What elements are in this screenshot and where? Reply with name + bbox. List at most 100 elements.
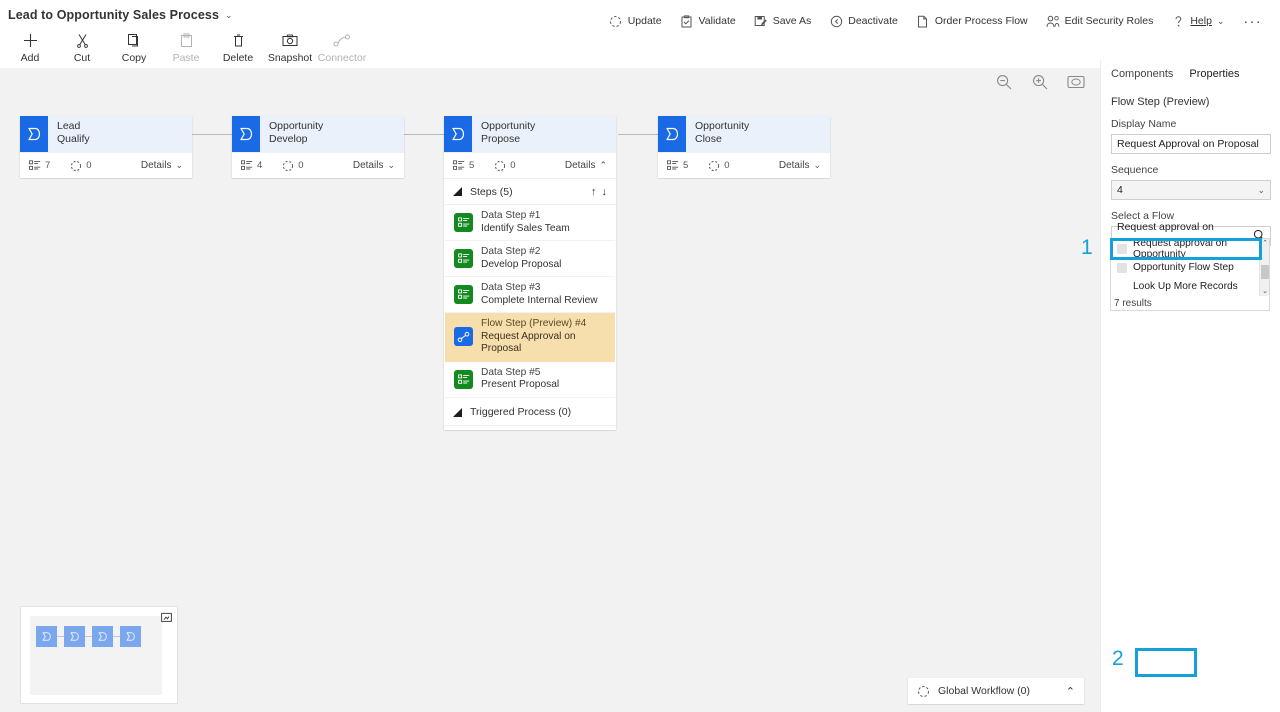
validate-button[interactable]: Validate [671,10,745,32]
dropdown-option-look-up-more-records[interactable]: Look Up More Records [1111,277,1269,296]
chevron-down-icon[interactable]: ⌄ [225,10,233,20]
stage-card-opportunity-propose[interactable]: Opportunity Propose 5 0 Details ⌃ Steps … [444,116,616,430]
copy-button[interactable]: Copy [108,28,160,64]
triggered-process-header[interactable]: Triggered Process (0) [444,400,616,426]
update-button[interactable]: Update [600,10,671,32]
help-chevron-down-icon: ⌄ [1216,15,1225,26]
conditions-count: 0 [708,160,730,172]
chevron-up-icon[interactable]: ⌃ [1066,685,1075,698]
step-item[interactable]: Data Step #2 Develop Proposal [445,241,615,277]
overflow-menu-button[interactable]: ··· [1234,12,1273,30]
steps-list-icon [241,160,253,170]
document-title-row[interactable]: Lead to Opportunity Sales Process ⌄ [8,6,233,24]
step-item[interactable]: Data Step #3 Complete Internal Review [445,277,615,313]
minimap-viewport [30,616,162,695]
copy-label: Copy [121,52,147,64]
stage-meta: 4 0 Details ⌄ [232,152,404,178]
conditions-count-value: 0 [298,160,304,171]
annotation-number-1: 1 [1081,236,1093,259]
move-up-icon[interactable]: ↑ [591,186,597,198]
trash-icon [231,31,246,49]
step-item[interactable]: Data Step #1 Identify Sales Team [445,205,615,241]
process-canvas[interactable]: Lead Qualify 7 0 Details ⌄ Opportunity D… [0,68,1100,712]
add-button[interactable]: Add [4,28,56,64]
details-toggle[interactable]: Details ⌄ [141,160,183,171]
cut-label: Cut [73,52,91,64]
scroll-down-arrow[interactable]: ⌄ [1260,287,1270,296]
connector-button[interactable]: Connector [316,28,368,64]
details-toggle[interactable]: Details ⌄ [353,160,395,171]
zoom-out-icon[interactable] [994,72,1014,92]
add-label: Add [20,52,40,64]
top-bar: Lead to Opportunity Sales Process ⌄ Add … [0,0,1280,68]
sequence-select[interactable]: 4 ⌄ [1111,180,1271,200]
minimap[interactable] [20,606,178,704]
dropdown-scrollbar-thumb[interactable] [1261,265,1269,279]
tab-components[interactable]: Components [1111,64,1173,84]
steps-panel: Steps (5) ↑ ↓ Data Step #1 Identify Sale… [444,178,616,430]
stage-title: Opportunity Propose [472,116,535,152]
dropdown-results-count: 7 results [1110,296,1270,311]
display-name-label: Display Name [1111,118,1177,130]
stage-card-opportunity-close[interactable]: Opportunity Close 5 0 Details ⌄ [658,116,830,178]
cut-button[interactable]: Cut [56,28,108,64]
flow-step-icon [454,327,473,347]
details-toggle[interactable]: Details ⌄ [779,160,821,171]
details-toggle[interactable]: Details ⌃ [565,160,607,171]
steps-sort-controls: ↑ ↓ [591,186,607,198]
conditions-count: 0 [494,160,516,172]
step-text: Data Step #5 Present Proposal [481,367,559,392]
step-name: Present Proposal [481,379,560,390]
fit-to-screen-icon[interactable] [1066,72,1086,92]
edit-security-roles-button[interactable]: Edit Security Roles [1037,10,1163,32]
details-label: Details [778,160,810,171]
dropdown-option-opportunity-flow-step[interactable]: Opportunity Flow Step [1111,258,1269,277]
properties-panel: Components Properties Flow Step (Preview… [1100,60,1280,712]
deactivate-button[interactable]: Deactivate [820,10,907,32]
sequence-label: Sequence [1111,164,1159,176]
conditions-count-value: 0 [86,160,92,171]
sequence-value: 4 [1117,184,1123,196]
stage-header: Opportunity Develop [232,116,404,152]
order-process-flow-button[interactable]: Order Process Flow [907,10,1037,32]
condition-icon [71,160,82,171]
steps-panel-header[interactable]: Steps (5) ↑ ↓ [444,179,616,205]
expand-minimap-icon[interactable] [161,612,172,623]
save-as-button[interactable]: Save As [745,10,821,32]
display-name-input[interactable]: Request Approval on Proposal [1111,134,1271,154]
dropdown-scrollbar[interactable]: ⌃ ⌄ [1259,239,1269,296]
step-name: Request Approval on Proposal [481,330,576,355]
delete-button[interactable]: Delete [212,28,264,64]
step-type: Data Step #1 [481,210,541,221]
validate-label: Validate [698,15,736,27]
global-workflow-bar[interactable]: Global Workflow (0) ⌃ [908,678,1084,704]
stage-card-lead-qualify[interactable]: Lead Qualify 7 0 Details ⌄ [20,116,192,178]
step-item-selected[interactable]: Flow Step (Preview) #4 Request Approval … [445,313,615,362]
steps-count-value: 5 [469,160,475,171]
step-text: Data Step #3 Complete Internal Review [481,282,598,307]
help-button[interactable]: Help ⌄ [1162,10,1233,32]
global-workflow-label: Global Workflow (0) [938,685,1030,697]
dropdown-option-label: Opportunity Flow Step [1133,262,1234,273]
steps-count-value: 4 [257,160,263,171]
record-thumbnail-icon [1117,262,1127,273]
step-type: Data Step #2 [481,246,541,257]
stage-card-opportunity-develop[interactable]: Opportunity Develop 4 0 Details ⌄ [232,116,404,178]
save-as-icon [754,14,768,28]
scroll-up-arrow[interactable]: ⌃ [1260,239,1270,248]
step-item[interactable]: Data Step #5 Present Proposal [445,362,615,398]
stage-entity: Opportunity [695,120,750,132]
paste-button[interactable]: Paste [160,28,212,64]
refresh-icon [609,14,623,28]
zoom-in-icon[interactable] [1030,72,1050,92]
panel-tabs: Components Properties [1101,60,1280,84]
tab-properties[interactable]: Properties [1189,64,1239,84]
steps-panel-title: Steps (5) [470,185,513,198]
flow-lookup-dropdown[interactable]: Request approval on Opportunity Opportun… [1110,238,1270,297]
stage-name: Close [695,132,722,145]
dropdown-option-request-approval[interactable]: Request approval on Opportunity [1111,238,1269,260]
steps-count-value: 5 [683,160,689,171]
snapshot-button[interactable]: Snapshot [264,28,316,64]
move-down-icon[interactable]: ↓ [602,186,608,198]
camera-icon [282,31,298,49]
